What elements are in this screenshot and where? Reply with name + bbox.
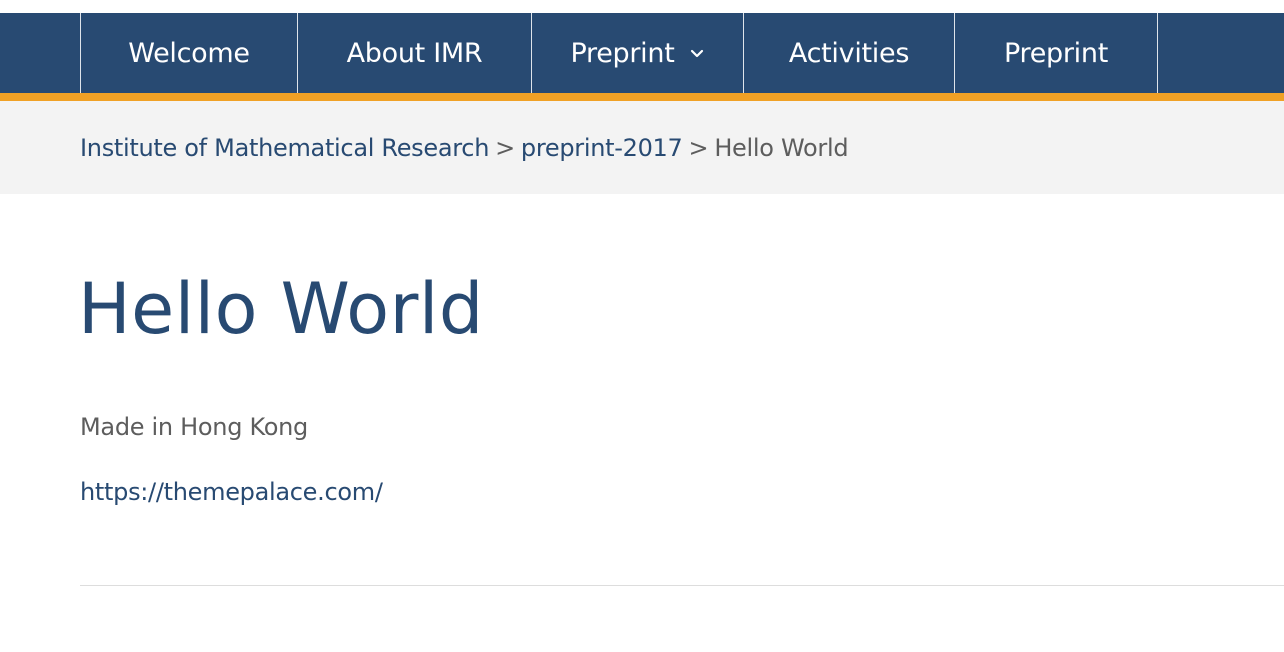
- nav-item-label: Preprint: [570, 37, 675, 69]
- nav-item-activities[interactable]: Activities: [743, 13, 954, 93]
- nav-item-welcome[interactable]: Welcome: [80, 13, 297, 93]
- breadcrumb-link-preprint-2017[interactable]: preprint-2017: [521, 134, 683, 162]
- page-title: Hello World: [78, 268, 484, 350]
- nav-item-preprint[interactable]: Preprint: [954, 13, 1158, 93]
- breadcrumb-separator: >: [688, 134, 709, 162]
- body-text: Made in Hong Kong: [80, 413, 308, 441]
- breadcrumb: Institute of Mathematical Research > prepr…: [80, 134, 849, 162]
- main-navigation: Welcome About IMR Preprint Activities Pr…: [0, 13, 1284, 101]
- nav-item-label: Activities: [788, 37, 910, 69]
- external-link[interactable]: https://themepalace.com/: [80, 478, 383, 506]
- nav-item-label: Welcome: [128, 37, 250, 69]
- nav-item-label: About IMR: [346, 37, 483, 69]
- chevron-down-icon: [691, 49, 704, 58]
- breadcrumb-link-home[interactable]: Institute of Mathematical Research: [80, 134, 489, 162]
- top-spacer: [0, 0, 1284, 13]
- breadcrumb-bar: Institute of Mathematical Research > prepr…: [0, 101, 1284, 194]
- main-content: Hello World Made in Hong Kong https://th…: [0, 194, 1284, 652]
- nav-item-preprint-dropdown[interactable]: Preprint: [531, 13, 743, 93]
- nav-item-label: Preprint: [1004, 37, 1108, 69]
- nav-item-about-imr[interactable]: About IMR: [297, 13, 531, 93]
- breadcrumb-current: Hello World: [714, 134, 849, 162]
- content-divider: [80, 585, 1284, 586]
- nav-menu: Welcome About IMR Preprint Activities Pr…: [80, 13, 1158, 93]
- breadcrumb-separator: >: [495, 134, 515, 162]
